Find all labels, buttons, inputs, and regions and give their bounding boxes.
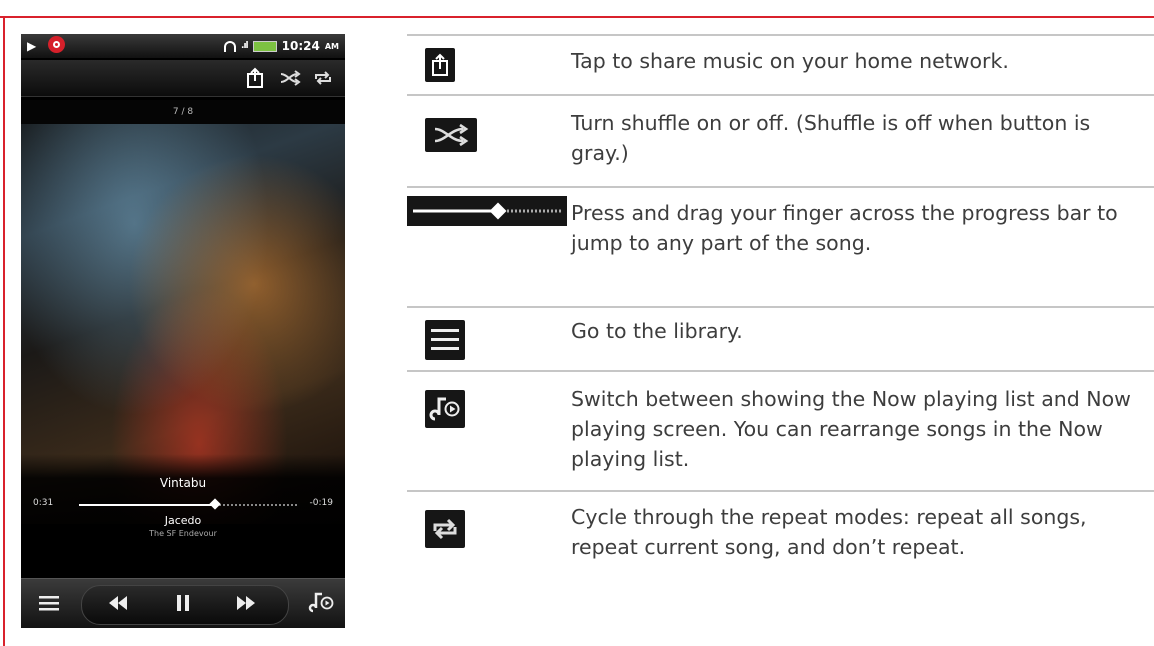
progress-knob[interactable] [209,498,222,510]
row-description: Go to the library. [571,319,743,343]
row-description: Turn shuffle on or off. (Shuffle is off … [571,111,1091,165]
battery-icon [252,40,277,52]
artist-name: Jacedo [164,514,202,527]
row-description: Tap to share music on your home network. [571,49,1009,73]
library-icon [425,320,465,360]
pause-icon[interactable] [174,593,192,613]
signal-icon: .ıl [241,41,249,51]
shuffle-icon[interactable] [279,67,301,89]
clock-time: 10:24 [281,39,320,53]
shuffle-icon [425,118,477,152]
table-row: Tap to share music on your home network. [407,34,1154,94]
playback-controls [21,578,345,628]
table-row: Go to the library. [407,308,1154,370]
beats-audio-icon [48,36,65,53]
status-bar: ▶ .ıl 10:24 AM [21,34,345,58]
frame-left-border [3,16,5,646]
elapsed-time: 0:31 [33,498,54,508]
repeat-icon [425,510,465,548]
table-row: Switch between showing the Now playing l… [407,372,1154,490]
song-title: Vintabu [159,476,207,490]
library-icon[interactable] [37,591,61,615]
now-playing-info: Vintabu 0:31 -0:19 Jacedo The SF Endevou… [21,454,345,564]
now-playing-list-icon[interactable] [308,590,334,616]
row-description: Cycle through the repeat modes: repeat a… [571,505,1087,559]
fast-forward-icon[interactable] [235,593,257,613]
repeat-icon[interactable] [312,67,334,89]
table-row: Press and drag your finger across the pr… [407,188,1154,306]
frame-top-border [0,16,1154,18]
share-icon [425,48,455,82]
share-icon[interactable] [244,67,266,89]
remaining-time: -0:19 [309,498,333,508]
play-icon: ▶ [27,39,37,53]
track-count: 7 / 8 [21,100,345,124]
row-description: Press and drag your finger across the pr… [571,201,1118,255]
phone-screenshot: ▶ .ıl 10:24 AM 7 / 8 Vintabu 0:31 -0:19 … [21,34,345,628]
headphones-icon [224,40,237,52]
progress-bar[interactable] [79,498,299,510]
album-name: The SF Endevour [149,529,217,538]
row-description: Switch between showing the Now playing l… [571,387,1131,471]
table-row: Turn shuffle on or off. (Shuffle is off … [407,96,1154,186]
progress-bar-icon [407,196,567,230]
rewind-icon[interactable] [107,593,129,613]
action-bar [21,60,345,97]
progress-fill [79,504,216,506]
clock-ampm: AM [324,41,339,51]
now-playing-list-icon [425,390,465,428]
table-row: Cycle through the repeat modes: repeat a… [407,492,1154,612]
